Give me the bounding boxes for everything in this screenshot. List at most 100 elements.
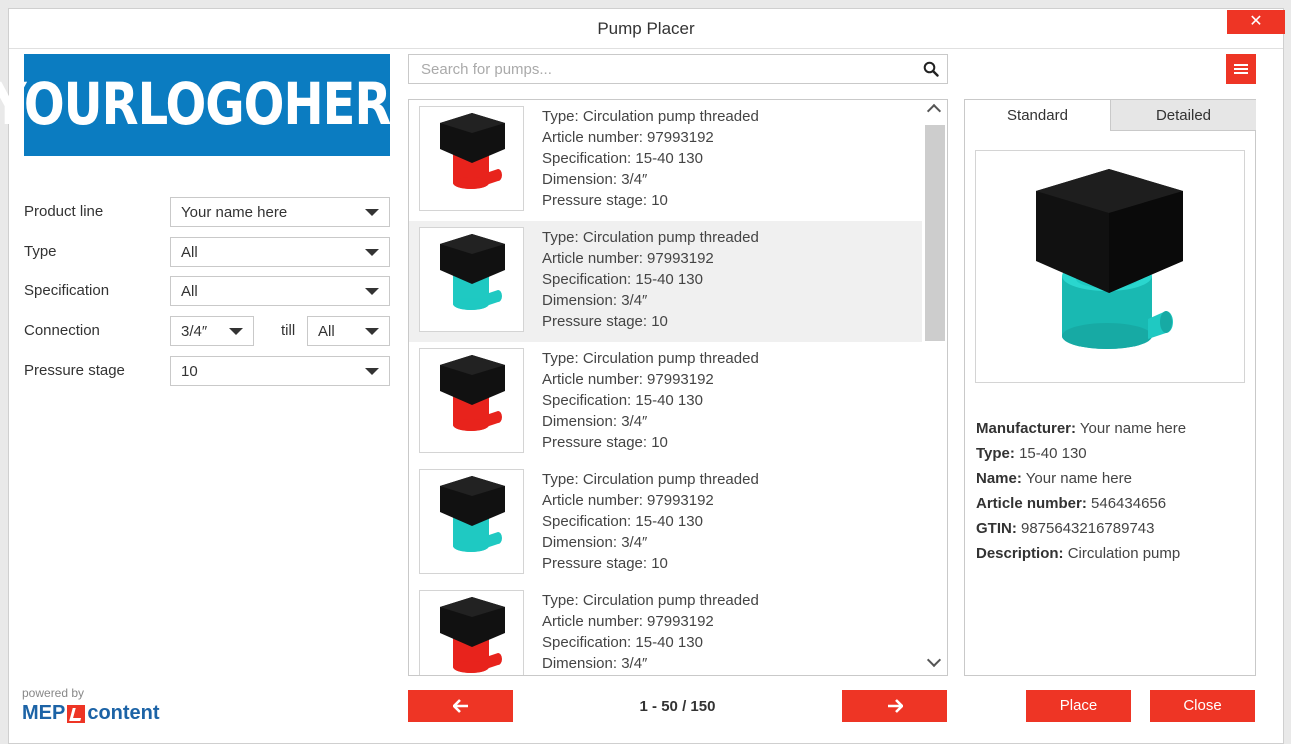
list-item[interactable]: Type: Circulation pump threaded Article n…: [409, 221, 922, 342]
next-page-button[interactable]: [842, 690, 947, 722]
place-button[interactable]: Place: [1026, 690, 1131, 722]
connection-from-dropdown[interactable]: 3/4″: [170, 316, 254, 346]
search-input[interactable]: [409, 55, 909, 83]
prop-name: Name: Your name here: [976, 470, 1132, 487]
type-label: Type: [24, 243, 57, 260]
pump-pressure-text: Pressure stage: 10: [542, 555, 668, 572]
filter-pressure-stage: Pressure stage 10: [24, 356, 390, 386]
list-item[interactable]: Type: Circulation pump threaded Article n…: [409, 100, 922, 221]
powered-by-label: powered by: [22, 686, 85, 700]
pump-pressure-text: Pressure stage: 10: [542, 434, 668, 451]
pump-summary: Type: Circulation pump threaded Article n…: [542, 590, 759, 674]
pump-spec-text: Specification: 15-40 130: [542, 150, 703, 167]
pump-summary: Type: Circulation pump threaded Article n…: [542, 348, 759, 453]
pagination-label: 1 - 50 / 150: [639, 698, 716, 715]
pump-pressure-text: Pressure stage: 10: [542, 192, 668, 209]
prop-description: Description: Circulation pump: [976, 545, 1181, 562]
pump-type-text: Type: Circulation pump threaded: [542, 229, 759, 246]
product-line-value: Your name here: [181, 204, 288, 221]
list-scrollbar[interactable]: [923, 100, 947, 675]
scroll-thumb[interactable]: [925, 125, 945, 341]
tab-detailed[interactable]: Detailed: [1110, 100, 1256, 131]
pump-thumbnail-image: [419, 469, 524, 574]
pump-preview: [975, 150, 1245, 383]
mep-text: MEP: [22, 702, 66, 724]
filter-type: Type All: [24, 237, 390, 267]
title-bar: Pump Placer ✕: [9, 9, 1285, 49]
pump-3d-preview-image: [1036, 169, 1183, 349]
content-text: content: [87, 702, 160, 724]
type-dropdown[interactable]: All: [170, 237, 390, 267]
filter-connection: Connection 3/4″ till All: [24, 316, 390, 346]
pump-spec-text: Specification: 15-40 130: [542, 392, 703, 409]
pump-type-text: Type: Circulation pump threaded: [542, 350, 759, 367]
tab-standard[interactable]: Standard: [965, 100, 1110, 131]
window-close-button[interactable]: ✕: [1227, 10, 1285, 34]
logo-text: YOURLOGOHERE: [0, 71, 423, 139]
specification-label: Specification: [24, 282, 110, 299]
pump-dimension-text: Dimension: 3/4″: [542, 413, 648, 430]
menu-button[interactable]: [1226, 54, 1256, 84]
hamburger-icon: [1234, 64, 1248, 66]
pump-spec-text: Specification: 15-40 130: [542, 634, 703, 651]
pump-results-list: Type: Circulation pump threaded Article n…: [408, 99, 948, 676]
pump-thumbnail-image: [419, 348, 524, 453]
type-value: All: [181, 244, 198, 261]
list-item[interactable]: Type: Circulation pump threaded Article n…: [409, 463, 922, 584]
pump-pressure-text: Pressure stage: 10: [542, 313, 668, 330]
pump-thumbnail-image: [419, 106, 524, 211]
mepcontent-mark-icon: [67, 704, 86, 723]
till-label: till: [281, 322, 296, 339]
product-line-dropdown[interactable]: Your name here: [170, 197, 390, 227]
scroll-up-icon[interactable]: [926, 103, 942, 119]
chevron-down-icon: [229, 328, 243, 335]
pump-detail-panel: Standard Detailed Manufacturer: Your nam…: [964, 99, 1256, 676]
search-icon[interactable]: [923, 61, 939, 77]
company-logo: YOURLOGOHERE: [0, 54, 423, 156]
pump-type-text: Type: Circulation pump threaded: [542, 108, 759, 125]
window-title: Pump Placer: [597, 19, 695, 38]
pump-summary: Type: Circulation pump threaded Article n…: [542, 227, 759, 332]
pump-properties: Manufacturer: Your name here Type: 15-40…: [976, 416, 1186, 566]
previous-page-button[interactable]: [408, 690, 513, 722]
product-line-label: Product line: [24, 203, 104, 220]
close-button[interactable]: Close: [1150, 690, 1255, 722]
list-item[interactable]: Type: Circulation pump threaded Article n…: [409, 584, 922, 675]
chevron-down-icon: [365, 368, 379, 375]
pump-article-text: Article number: 97993192: [542, 250, 714, 267]
chevron-down-icon: [365, 288, 379, 295]
pump-dimension-text: Dimension: 3/4″: [542, 292, 648, 309]
scroll-down-icon[interactable]: [926, 652, 942, 668]
pump-summary: Type: Circulation pump threaded Article n…: [542, 469, 759, 574]
arrow-right-icon: [887, 699, 903, 713]
filter-specification: Specification All: [24, 276, 390, 306]
pump-dimension-text: Dimension: 3/4″: [542, 534, 648, 551]
connection-from-value: 3/4″: [181, 323, 208, 340]
pump-article-text: Article number: 97993192: [542, 492, 714, 509]
pump-thumbnail-image: [419, 590, 524, 675]
chevron-down-icon: [365, 209, 379, 216]
specification-dropdown[interactable]: All: [170, 276, 390, 306]
connection-till-dropdown[interactable]: All: [307, 316, 390, 346]
mepcontent-logo: MEP content: [22, 702, 160, 725]
prop-article-number: Article number: 546434656: [976, 495, 1167, 512]
pump-dimension-text: Dimension: 3/4″: [542, 655, 648, 672]
chevron-down-icon: [365, 249, 379, 256]
pump-summary: Type: Circulation pump threaded Article n…: [542, 106, 759, 211]
pump-article-text: Article number: 97993192: [542, 129, 714, 146]
prop-type: Type: 15-40 130: [976, 445, 1087, 462]
chevron-down-icon: [365, 328, 379, 335]
connection-till-value: All: [318, 323, 335, 340]
pressure-stage-label: Pressure stage: [24, 362, 125, 379]
pump-type-text: Type: Circulation pump threaded: [542, 592, 759, 609]
pump-article-text: Article number: 97993192: [542, 613, 714, 630]
pressure-stage-dropdown[interactable]: 10: [170, 356, 390, 386]
list-item[interactable]: Type: Circulation pump threaded Article n…: [409, 342, 922, 463]
specification-value: All: [181, 283, 198, 300]
pump-article-text: Article number: 97993192: [542, 371, 714, 388]
pump-type-text: Type: Circulation pump threaded: [542, 471, 759, 488]
search-box: [408, 54, 948, 84]
arrow-left-icon: [452, 699, 468, 713]
prop-manufacturer: Manufacturer: Your name here: [976, 420, 1187, 437]
pump-thumbnail-image: [419, 227, 524, 332]
